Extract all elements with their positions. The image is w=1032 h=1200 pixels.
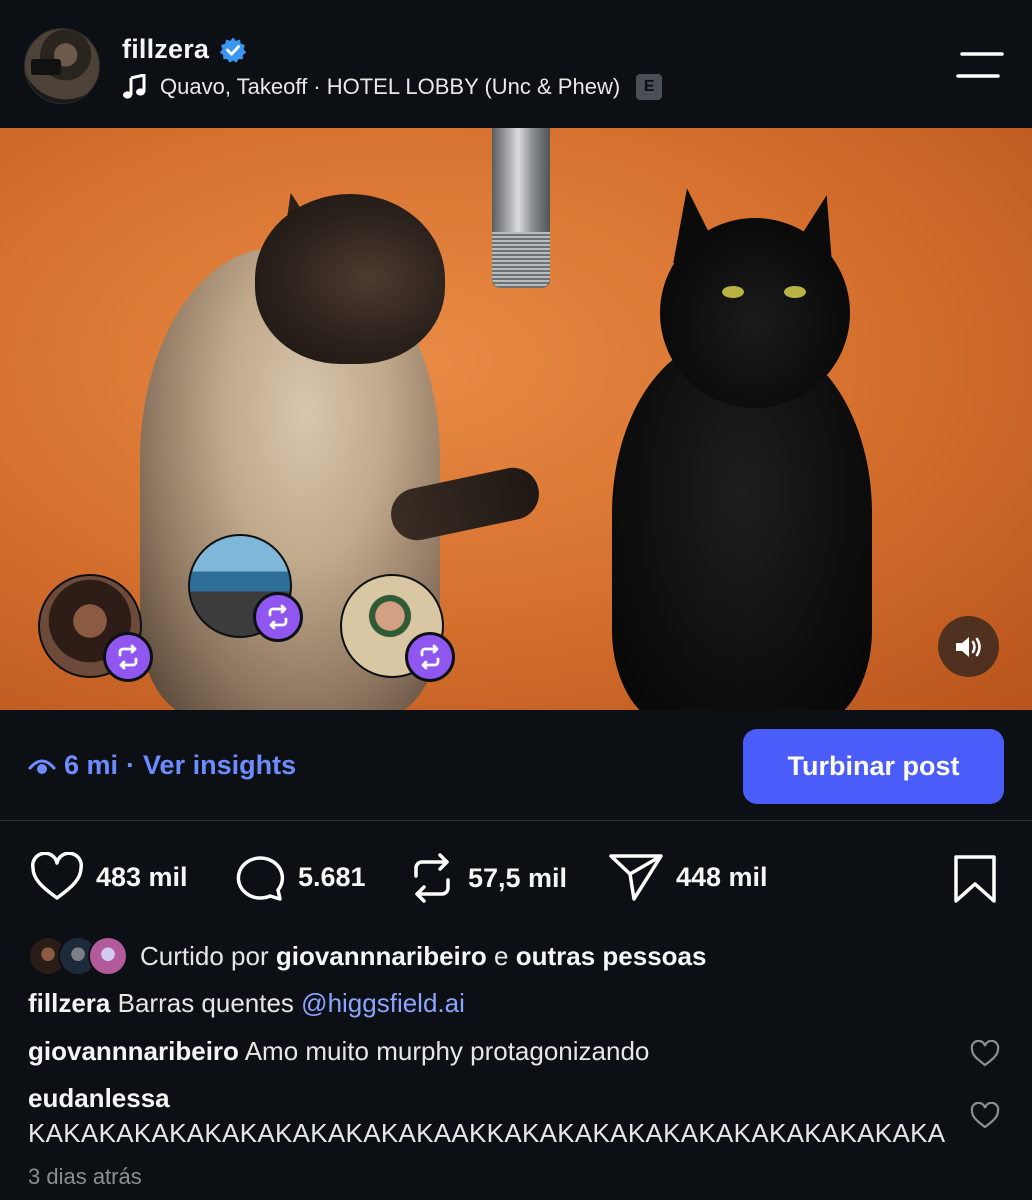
- heart-icon: [31, 852, 83, 900]
- siamese-cat-head: [255, 194, 445, 364]
- eye-icon: [28, 759, 56, 774]
- insights-label: Ver insights: [143, 750, 297, 780]
- post-video[interactable]: [0, 128, 1032, 710]
- repost-icon: [414, 853, 450, 903]
- menu-icon[interactable]: [956, 50, 1004, 82]
- views-count: 6 mi: [64, 750, 119, 780]
- post-caption: fillzera Barras quentes @higgsfield.ai: [28, 988, 465, 1019]
- speaker-icon: [955, 636, 981, 657]
- action-bar: 483 mil 5.681 57,5 mil 448 mil: [0, 822, 1032, 934]
- music-row[interactable]: Quavo, Takeoff · HOTEL LOBBY (Unc & Phew…: [122, 74, 663, 100]
- repost-badge-icon: [253, 592, 303, 642]
- comment-count: 5.681: [298, 861, 366, 892]
- black-cat-eye-left: [722, 286, 744, 298]
- post-timestamp: 3 dias atrás: [28, 1164, 142, 1189]
- insights-link[interactable]: 6 mi · Ver insights: [28, 750, 296, 781]
- verified-badge-icon: [219, 36, 247, 63]
- liked-by-text: Curtido por giovannnaribeiro e outras pe…: [140, 941, 706, 972]
- send-icon: [609, 854, 663, 901]
- caption-mention[interactable]: @higgsfield.ai: [301, 988, 465, 1018]
- liker-avatar: [88, 936, 128, 976]
- sound-toggle-button[interactable]: [938, 616, 999, 677]
- black-cat-head: [660, 218, 850, 408]
- like-button[interactable]: 483 mil: [30, 852, 188, 902]
- comment-item: giovannnaribeiro Amo muito murphy protag…: [28, 1036, 649, 1067]
- comment-bubble-icon: [236, 856, 285, 901]
- black-cat-eye-right: [784, 286, 806, 298]
- comment-username[interactable]: giovannnaribeiro: [28, 1036, 239, 1066]
- comment-like-heart-icon[interactable]: [970, 1102, 1000, 1130]
- comment-button[interactable]: 5.681: [232, 852, 366, 902]
- boost-post-button[interactable]: Turbinar post: [743, 729, 1004, 804]
- like-count: 483 mil: [96, 861, 188, 892]
- author-username[interactable]: fillzera: [122, 34, 209, 65]
- comment-text: KAKAKAKAKAKAKAKAKAKAKAKAAKKAKAKAKAKAKAKA…: [28, 1118, 946, 1148]
- camera-shape: [31, 59, 61, 75]
- post-header: fillzera Quavo, Takeoff · HOTEL LOBBY (U…: [0, 0, 1032, 128]
- liked-by-conjunction: e: [494, 940, 509, 971]
- caption-username[interactable]: fillzera: [28, 988, 110, 1018]
- comment-username[interactable]: eudanlessa: [28, 1083, 170, 1114]
- share-count: 448 mil: [676, 861, 768, 892]
- username-row: fillzera: [122, 34, 247, 65]
- repost-button[interactable]: 57,5 mil: [408, 852, 567, 904]
- liked-by-others[interactable]: outras pessoas: [516, 941, 707, 971]
- repost-count: 57,5 mil: [468, 862, 568, 893]
- liked-by-row[interactable]: Curtido por giovannnaribeiro e outras pe…: [28, 936, 706, 976]
- bookmark-icon[interactable]: [952, 854, 998, 904]
- insights-separator: ·: [126, 750, 136, 780]
- repost-badge-icon: [405, 632, 455, 682]
- author-avatar[interactable]: [24, 28, 100, 104]
- explicit-badge: E: [636, 74, 663, 100]
- repost-badge-icon: [103, 632, 153, 682]
- liked-by-user[interactable]: giovannnaribeiro: [276, 941, 487, 971]
- music-note-icon: [123, 74, 146, 99]
- microphone-grill: [492, 232, 550, 288]
- liked-by-prefix: Curtido por: [140, 940, 269, 971]
- music-title: Quavo, Takeoff · HOTEL LOBBY (Unc & Phew…: [160, 74, 621, 99]
- comment-like-heart-icon[interactable]: [970, 1040, 1000, 1068]
- share-button[interactable]: 448 mil: [608, 852, 768, 902]
- insights-bar: 6 mi · Ver insights Turbinar post: [0, 710, 1032, 821]
- comment-text: Amo muito murphy protagonizando: [244, 1036, 650, 1066]
- caption-text: Barras quentes: [117, 988, 294, 1018]
